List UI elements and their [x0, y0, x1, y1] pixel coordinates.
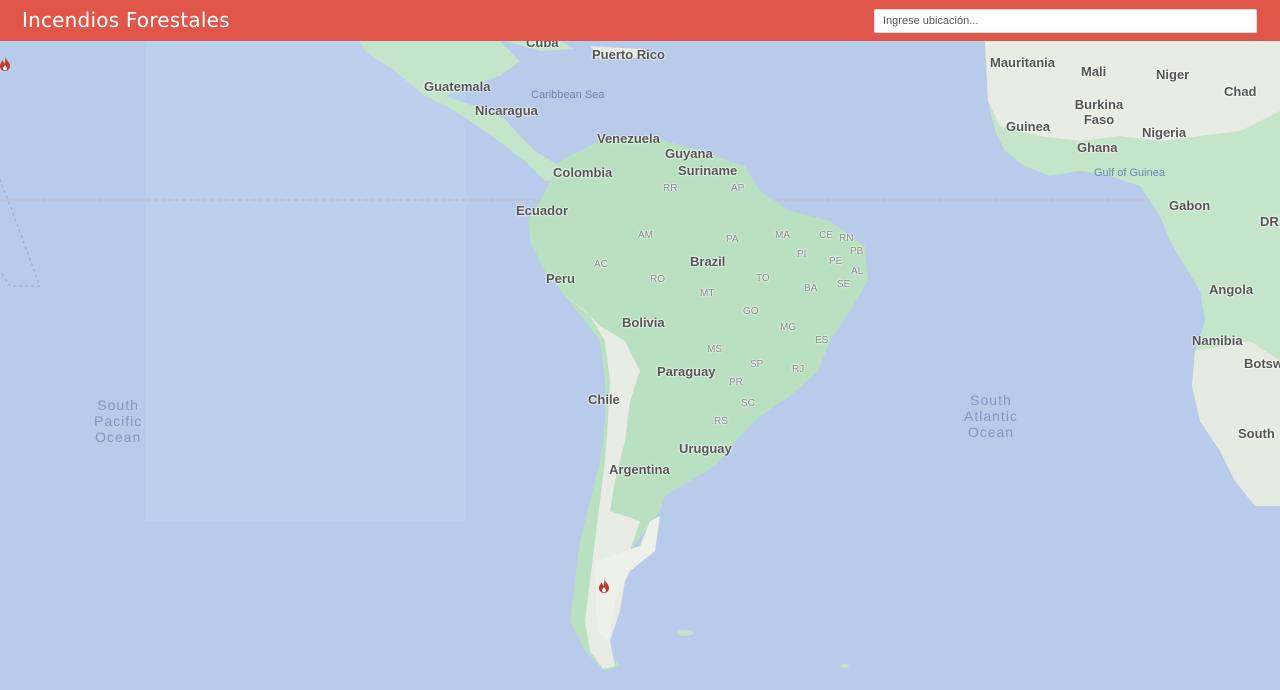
label-state-pi: PI — [797, 249, 807, 260]
label-south-atlantic-ocean: South Atlantic Ocean — [964, 392, 1018, 440]
label-puerto-rico: Puerto Rico — [592, 47, 665, 62]
label-south-pacific-ocean: South Pacific Ocean — [94, 397, 143, 445]
label-botswana: Botsw — [1244, 356, 1280, 371]
label-state-ma: MA — [775, 230, 790, 241]
navbar: Incendios Forestales — [0, 0, 1280, 41]
label-chile: Chile — [588, 392, 620, 407]
label-guinea: Guinea — [1006, 119, 1051, 134]
label-cuba: Cuba — [526, 41, 559, 50]
label-ecuador: Ecuador — [516, 203, 569, 218]
label-south-africa: South — [1238, 426, 1275, 441]
label-venezuela: Venezuela — [597, 131, 660, 146]
label-gulf-of-guinea: Gulf of Guinea — [1094, 167, 1165, 179]
label-state-ap: AP — [731, 183, 745, 194]
label-state-ce: CE — [819, 230, 833, 241]
fire-marker-patagonia[interactable] — [598, 579, 610, 593]
label-uruguay: Uruguay — [679, 441, 732, 456]
label-bolivia: Bolivia — [622, 315, 665, 330]
label-suriname: Suriname — [678, 163, 738, 178]
label-chad: Chad — [1224, 84, 1257, 99]
label-state-ba: BA — [804, 283, 818, 294]
label-state-sc: SC — [741, 398, 755, 409]
app-title[interactable]: Incendios Forestales — [22, 8, 230, 32]
label-niger: Niger — [1156, 67, 1190, 82]
label-state-rr: RR — [663, 183, 678, 194]
label-namibia: Namibia — [1192, 333, 1243, 348]
label-colombia: Colombia — [553, 165, 613, 180]
label-nicaragua: Nicaragua — [475, 103, 538, 118]
label-state-es: ES — [815, 335, 829, 346]
label-gabon: Gabon — [1169, 198, 1211, 213]
label-state-mt: MT — [700, 288, 715, 299]
label-mali: Mali — [1081, 64, 1107, 79]
label-state-pb: PB — [850, 246, 864, 257]
label-state-ac: AC — [594, 259, 608, 270]
label-state-go: GO — [743, 306, 759, 317]
label-burkina-faso: Burkina Faso — [1074, 97, 1124, 127]
label-angola: Angola — [1209, 282, 1254, 297]
label-state-al: AL — [851, 266, 864, 277]
label-dr-congo: DR — [1260, 214, 1279, 229]
label-state-rn: RN — [839, 233, 854, 244]
label-guatemala: Guatemala — [424, 79, 491, 94]
label-caribbean-sea: Caribbean Sea — [531, 89, 605, 101]
label-state-ms: MS — [707, 344, 722, 355]
label-mauritania: Mauritania — [990, 55, 1056, 70]
label-nigeria: Nigeria — [1142, 125, 1187, 140]
location-search-input[interactable] — [874, 9, 1257, 33]
label-state-se: SE — [837, 279, 851, 290]
label-state-mg: MG — [780, 322, 797, 333]
label-argentina: Argentina — [609, 462, 670, 477]
label-brazil: Brazil — [690, 254, 726, 269]
label-peru: Peru — [546, 271, 575, 286]
label-state-pr: PR — [729, 377, 743, 388]
label-state-rs: RS — [714, 416, 728, 427]
label-state-to: TO — [756, 273, 770, 284]
map[interactable]: Cuba Puerto Rico Guatemala Nicaragua Ven… — [0, 41, 1280, 690]
label-state-ro: RO — [650, 274, 665, 285]
label-ghana: Ghana — [1077, 140, 1118, 155]
label-paraguay: Paraguay — [657, 364, 716, 379]
label-state-sp: SP — [750, 359, 764, 370]
label-guyana: Guyana — [665, 146, 713, 161]
label-state-pe: PE — [829, 256, 843, 267]
label-state-rj: RJ — [792, 364, 805, 375]
label-state-pa: PA — [726, 234, 739, 245]
fire-marker-pacific[interactable] — [0, 57, 11, 71]
label-state-am: AM — [638, 230, 653, 241]
